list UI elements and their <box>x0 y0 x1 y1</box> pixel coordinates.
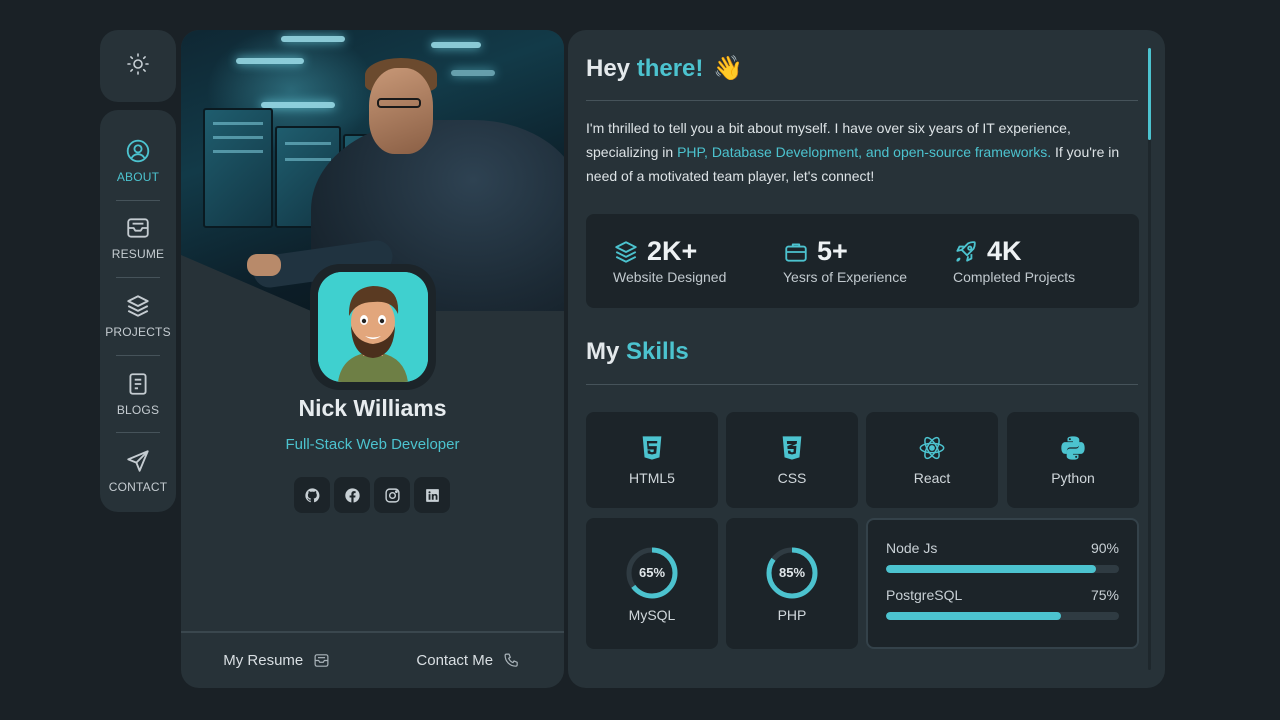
skill-ring-php: 85% PHP <box>726 518 858 649</box>
profile-footer: My Resume Contact Me <box>181 631 564 688</box>
skill-bar-postgresql: PostgreSQL 75% <box>886 587 1119 620</box>
nav-label: BLOGS <box>116 402 160 417</box>
greeting-heading: Hey there! 👋 <box>586 54 743 83</box>
github-link[interactable] <box>294 477 330 513</box>
inbox-icon <box>314 654 329 667</box>
send-icon <box>127 450 149 472</box>
facebook-link[interactable] <box>334 477 370 513</box>
scrollbar-thumb[interactable] <box>1148 48 1151 140</box>
greeting-accent: there! <box>636 54 704 82</box>
user-circle-icon <box>126 139 150 163</box>
skill-label: PHP <box>777 606 807 623</box>
profile-card: Nick Williams Full-Stack Web Developer M… <box>181 30 564 688</box>
social-links <box>294 477 450 513</box>
scrollbar-track[interactable] <box>1148 48 1151 670</box>
nav-label: ABOUT <box>116 169 160 184</box>
contact-me-label: Contact Me <box>416 652 494 669</box>
skill-label: CSS <box>777 470 807 486</box>
inbox-icon <box>127 218 149 238</box>
skill-tile-css: CSS <box>726 412 858 508</box>
divider <box>586 100 1138 101</box>
contact-me-link[interactable]: Contact Me <box>373 652 565 669</box>
skill-tile-python: Python <box>1007 412 1139 508</box>
skill-bar-nodejs: Node Js 90% <box>886 540 1119 573</box>
intro-text: I'm thrilled to tell you a bit about mys… <box>586 120 1120 184</box>
ring-value: 65% <box>638 565 666 580</box>
rocket-icon <box>956 240 976 262</box>
nav-label: RESUME <box>111 247 165 262</box>
css3-icon <box>782 436 802 460</box>
wave-icon: 👋 <box>713 55 744 82</box>
nav-item-blogs[interactable]: BLOGS <box>100 354 176 433</box>
stat-label: Yesrs of Experience <box>783 269 907 285</box>
skill-tile-react: React <box>866 412 998 508</box>
intro-highlight: PHP, Database Development, and open-sour… <box>677 144 1052 160</box>
avatar <box>318 272 428 382</box>
skill-label: React <box>913 470 951 486</box>
progress-ring: 65% <box>624 545 680 601</box>
greeting-word: Hey <box>586 54 631 82</box>
avatar-frame <box>310 264 436 390</box>
side-nav: ABOUT RESUME PROJECTS BLOGS CONTACT <box>100 110 176 512</box>
progress-fill <box>886 565 1096 573</box>
stat-projects: 4K Completed Projects <box>953 214 1123 308</box>
progress-fill <box>886 612 1061 620</box>
theme-toggle-button[interactable] <box>100 30 176 102</box>
python-icon <box>1061 436 1085 460</box>
instagram-icon <box>384 487 400 503</box>
layers-icon <box>127 295 149 317</box>
skill-label: MySQL <box>628 606 676 623</box>
about-panel: Hey there! 👋 I'm thrilled to tell you a … <box>568 30 1165 688</box>
ring-value: 85% <box>778 565 806 580</box>
github-icon <box>304 487 319 502</box>
divider <box>586 384 1138 385</box>
instagram-link[interactable] <box>374 477 410 513</box>
my-resume-label: My Resume <box>223 652 304 669</box>
nav-item-contact[interactable]: CONTACT <box>100 432 176 510</box>
nav-label: PROJECTS <box>105 324 171 339</box>
skill-label: Python <box>1051 470 1095 486</box>
profile-role: Full-Stack Web Developer <box>285 436 460 453</box>
document-icon <box>129 372 147 395</box>
phone-icon <box>504 653 518 667</box>
stat-websites: 2K+ Website Designed <box>613 214 783 308</box>
facebook-icon <box>344 487 360 503</box>
stat-label: Website Designed <box>613 269 727 285</box>
nav-label: CONTACT <box>108 480 168 495</box>
stat-value: 4K <box>987 236 1022 266</box>
layers-icon <box>615 240 637 263</box>
stat-label: Completed Projects <box>953 269 1076 285</box>
stats-bar: 2K+ Website Designed 5+ Yesrs of Experie… <box>586 214 1139 308</box>
nav-item-about[interactable]: ABOUT <box>100 122 176 200</box>
skill-label: HTML5 <box>629 470 675 486</box>
skill-bars-card: Node Js 90% PostgreSQL 75% <box>866 518 1139 649</box>
skill-ring-mysql: 65% MySQL <box>586 518 718 649</box>
html5-icon <box>642 436 662 460</box>
stat-value: 5+ <box>817 236 848 266</box>
stat-experience: 5+ Yesrs of Experience <box>783 214 953 308</box>
react-icon <box>919 436 945 460</box>
nav-item-projects[interactable]: PROJECTS <box>100 277 176 355</box>
sun-icon <box>126 52 150 81</box>
linkedin-icon <box>425 488 439 502</box>
stat-value: 2K+ <box>647 236 698 266</box>
briefcase-icon <box>785 242 807 262</box>
linkedin-link[interactable] <box>414 477 450 513</box>
my-resume-link[interactable]: My Resume <box>181 652 373 669</box>
skill-tile-html5: HTML5 <box>586 412 718 508</box>
progress-ring: 85% <box>764 545 820 601</box>
profile-name: Nick Williams <box>298 395 447 421</box>
skills-heading: My Skills <box>586 338 689 365</box>
nav-item-resume[interactable]: RESUME <box>100 199 176 278</box>
